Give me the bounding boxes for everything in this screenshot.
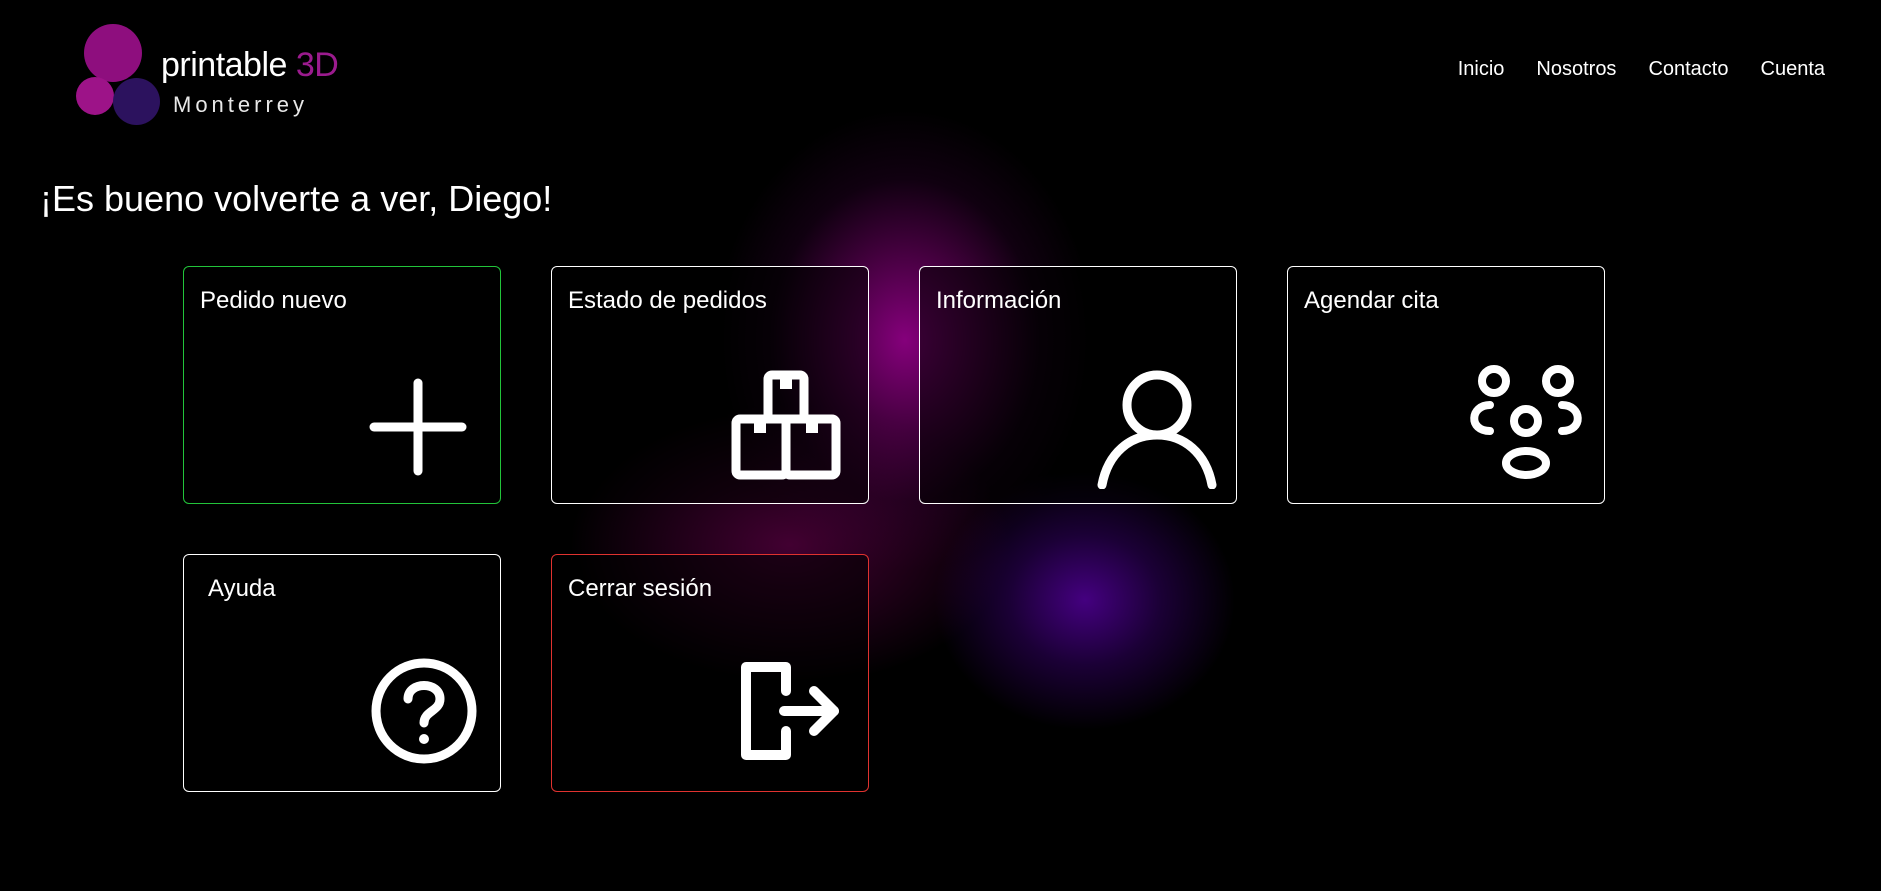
logo-city: Monterrey [173, 92, 309, 117]
page: printable 3D Monterrey Inicio Nosotros C… [0, 0, 1881, 891]
greeting-heading: ¡Es bueno volverte a ver, Diego! [40, 178, 553, 219]
tile-cerrar-sesion[interactable]: Cerrar sesión [551, 554, 869, 792]
tile-estado-de-pedidos[interactable]: Estado de pedidos [551, 266, 869, 504]
nav-link-cuenta[interactable]: Cuenta [1761, 58, 1826, 81]
main-nav: Inicio Nosotros Contacto Cuenta [1458, 58, 1825, 81]
help-circle-icon [370, 657, 478, 765]
logo-brand: printable 3D [161, 46, 339, 85]
logo-circle-small [76, 77, 114, 115]
logo-circle-dark [113, 78, 160, 125]
tile-label: Cerrar sesión [568, 575, 713, 602]
boxes-icon [726, 367, 846, 487]
tile-label: Estado de pedidos [568, 287, 767, 314]
tile-label: Ayuda [208, 575, 276, 602]
tile-label: Agendar cita [1304, 287, 1439, 314]
plus-icon [358, 367, 478, 487]
tile-informacion[interactable]: Información [919, 266, 1237, 504]
tile-agendar-cita[interactable]: Agendar cita [1287, 266, 1605, 504]
nav-link-inicio[interactable]: Inicio [1458, 58, 1505, 81]
logo[interactable]: printable 3D Monterrey [76, 22, 356, 127]
nav-link-contacto[interactable]: Contacto [1648, 58, 1728, 81]
nav-link-nosotros[interactable]: Nosotros [1536, 58, 1616, 81]
logo-brand-accent: 3D [295, 46, 339, 84]
people-group-icon [1466, 363, 1586, 483]
tile-label: Información [936, 287, 1062, 314]
person-icon [1094, 363, 1220, 490]
logout-icon [740, 661, 840, 761]
logo-brand-main: printable [161, 46, 287, 84]
logo-circle-large [84, 24, 142, 82]
tile-ayuda[interactable]: Ayuda [183, 554, 501, 792]
tile-pedido-nuevo[interactable]: Pedido nuevo [183, 266, 501, 504]
tile-label: Pedido nuevo [200, 287, 347, 314]
